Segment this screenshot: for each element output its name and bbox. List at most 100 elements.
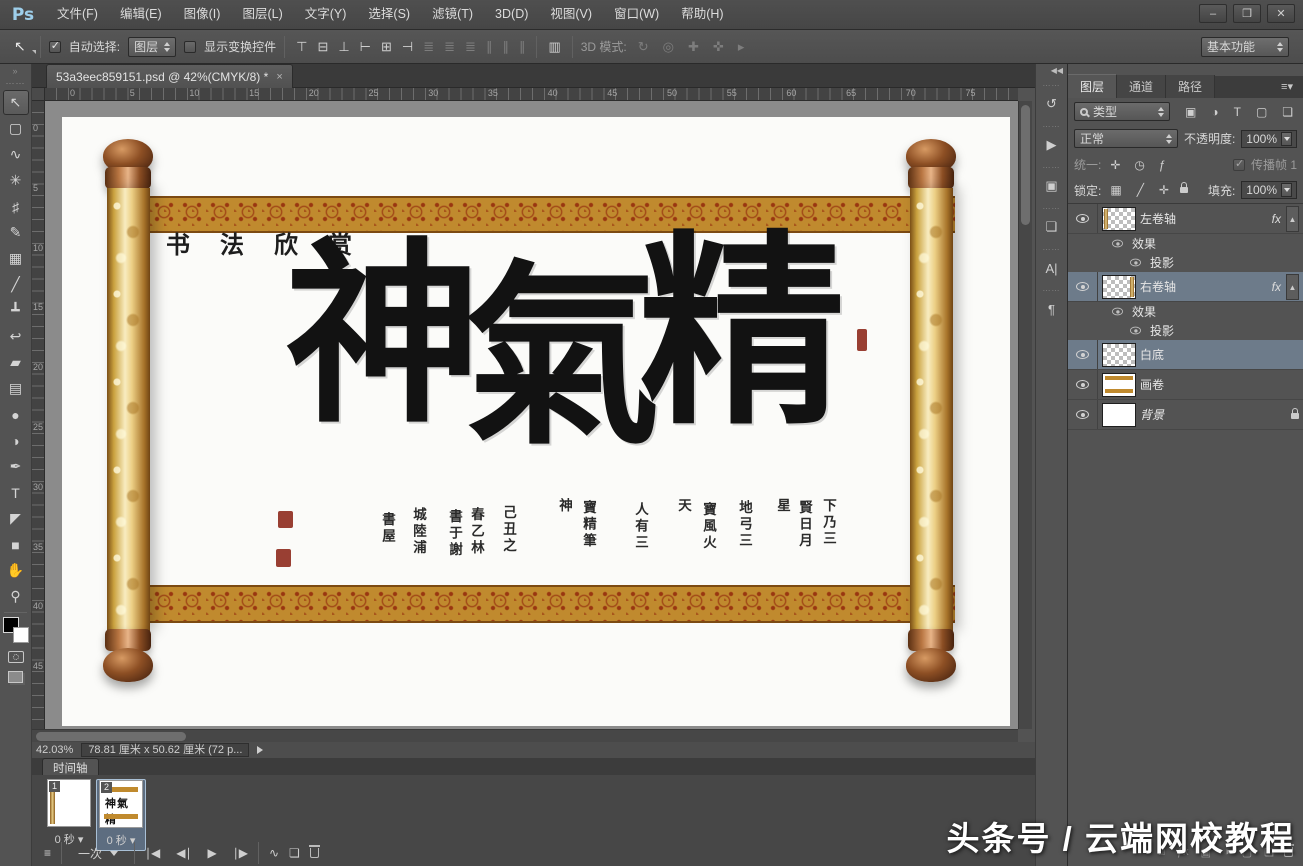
visibility-cell[interactable] xyxy=(1102,302,1132,321)
distribute-hcenter-icon[interactable]: ∥ xyxy=(499,39,512,55)
canvas-pasteboard[interactable]: 书法欣赏 神氣精 下乃三賢日月星地弓三寶風火天人有三寶精筆神己丑之春乙林書于謝城… xyxy=(45,101,1018,729)
magic-wand-tool[interactable]: ✳ xyxy=(3,168,29,193)
eyedropper-tool[interactable]: ✎ xyxy=(3,220,29,245)
filter-adjustment-layers-icon[interactable]: ◑ xyxy=(1208,105,1221,119)
3d-slide-icon[interactable]: ✜ xyxy=(710,39,727,55)
3d-rotate-icon[interactable]: ↻ xyxy=(635,39,652,55)
layer-row[interactable]: 左卷轴 fx ▲ xyxy=(1068,204,1303,234)
delete-frame-button[interactable] xyxy=(310,848,319,858)
lock-position-icon[interactable]: ✛ xyxy=(1156,183,1172,197)
previous-frame-button[interactable]: ◀∣ xyxy=(176,846,191,860)
unify-style-icon[interactable]: ƒ xyxy=(1156,158,1169,172)
layer-row[interactable]: 白底 fx ▲ xyxy=(1068,340,1303,370)
menu-item[interactable]: 视图(V) xyxy=(539,0,603,29)
path-selection-tool[interactable]: ◤ xyxy=(3,506,29,531)
character-panel-icon[interactable]: A| xyxy=(1039,256,1065,280)
timeline-tab[interactable]: 时间轴 xyxy=(42,758,99,775)
opacity-value[interactable]: 100% xyxy=(1241,130,1297,148)
panel-grip[interactable]: » xyxy=(0,64,31,76)
scrollbar-thumb[interactable] xyxy=(36,732,186,741)
horizontal-ruler[interactable]: 051015202530354045505560657075 xyxy=(45,88,1018,101)
animation-frame[interactable]: 神氣精 2 0 秒 ▾ xyxy=(96,779,146,851)
status-options-arrow-icon[interactable] xyxy=(257,746,263,754)
visibility-cell[interactable] xyxy=(1068,370,1098,399)
auto-select-target-dropdown[interactable]: 图层 xyxy=(128,37,176,57)
fill-value[interactable]: 100% xyxy=(1241,181,1297,199)
3d-roll-icon[interactable]: ◎ xyxy=(660,39,677,55)
align-right-icon[interactable]: ⊣ xyxy=(399,39,416,55)
align-vcenter-icon[interactable]: ⊟ xyxy=(314,39,331,55)
layer-row[interactable]: 右卷轴 fx ▲ xyxy=(1068,272,1303,302)
convert-timeline-icon[interactable]: ≡ xyxy=(44,846,51,860)
visibility-cell[interactable] xyxy=(1068,204,1098,233)
distribute-right-icon[interactable]: ∥ xyxy=(516,39,529,55)
layer-thumbnail[interactable] xyxy=(1102,343,1136,367)
background-color-swatch[interactable] xyxy=(13,627,29,643)
properties-panel-icon[interactable]: ▣ xyxy=(1039,174,1065,198)
menu-item[interactable]: 文字(Y) xyxy=(294,0,358,29)
gradient-tool[interactable]: ▤ xyxy=(3,376,29,401)
first-frame-button[interactable]: ∣◀ xyxy=(145,846,160,860)
next-frame-button[interactable]: ∣▶ xyxy=(233,846,248,860)
panel-tab[interactable]: 图层 xyxy=(1068,74,1117,98)
fx-badge[interactable]: fx xyxy=(1272,212,1281,226)
crop-tool[interactable]: ♯ xyxy=(3,194,29,219)
collapse-panels-icon[interactable]: ◀◀ xyxy=(1036,64,1067,75)
align-top-icon[interactable]: ⊤ xyxy=(293,39,310,55)
unify-visibility-icon[interactable]: ◷ xyxy=(1131,158,1147,172)
blur-tool[interactable]: ● xyxy=(3,402,29,427)
layer-name[interactable]: 白底 xyxy=(1140,346,1164,363)
layer-row[interactable]: 背景 fx ▲ xyxy=(1068,400,1303,430)
3d-drag-icon[interactable]: ✚ xyxy=(685,39,702,55)
distribute-bottom-icon[interactable]: ≣ xyxy=(462,39,479,55)
filter-shape-layers-icon[interactable]: ▢ xyxy=(1253,105,1270,119)
close-button[interactable]: ✕ xyxy=(1267,4,1295,23)
rectangular-marquee-tool[interactable]: ▢ xyxy=(3,116,29,141)
filter-pixel-layers-icon[interactable]: ▣ xyxy=(1182,105,1199,119)
lasso-tool[interactable]: ∿ xyxy=(3,142,29,167)
fx-badge[interactable]: fx xyxy=(1272,280,1281,294)
loop-count-dropdown[interactable]: 一次 xyxy=(72,844,124,863)
layer-name[interactable]: 背景 xyxy=(1140,406,1164,423)
visibility-cell[interactable] xyxy=(1102,234,1132,253)
layer-name[interactable]: 效果 xyxy=(1132,235,1156,252)
visibility-cell[interactable] xyxy=(1120,321,1150,340)
brush-tool[interactable]: ╱ xyxy=(3,272,29,297)
workspace-switcher[interactable]: 基本功能 xyxy=(1201,37,1289,57)
zoom-level[interactable]: 42.03% xyxy=(36,744,73,756)
clone-stamp-tool[interactable]: ┻ xyxy=(3,298,29,323)
layer-thumbnail[interactable] xyxy=(1102,373,1136,397)
dropdown-arrow-icon[interactable] xyxy=(1281,183,1292,197)
menu-item[interactable]: 3D(D) xyxy=(484,0,539,29)
layer-name[interactable]: 投影 xyxy=(1150,254,1174,271)
visibility-cell[interactable] xyxy=(1120,253,1150,272)
panel-menu-icon[interactable]: ≡▾ xyxy=(1273,77,1301,96)
animation-frame[interactable]: 1 0 秒 ▾ xyxy=(44,779,94,847)
pen-tool[interactable]: ✒ xyxy=(3,454,29,479)
menu-item[interactable]: 文件(F) xyxy=(46,0,109,29)
layer-row[interactable]: 投影 fx ▲ xyxy=(1068,321,1303,340)
lock-transparency-icon[interactable]: ▦ xyxy=(1107,183,1124,197)
rectangle-tool[interactable]: ■ xyxy=(3,532,29,557)
styles-panel-icon[interactable]: ❏ xyxy=(1039,215,1065,239)
layer-thumbnail[interactable] xyxy=(1102,403,1136,427)
panel-tab[interactable]: 通道 xyxy=(1117,75,1166,98)
align-hcenter-icon[interactable]: ⊞ xyxy=(378,39,395,55)
distribute-vcenter-icon[interactable]: ≣ xyxy=(441,39,458,55)
layer-name[interactable]: 左卷轴 xyxy=(1140,210,1176,227)
blend-mode-dropdown[interactable]: 正常 xyxy=(1074,129,1178,148)
minimize-button[interactable]: – xyxy=(1199,4,1227,23)
horizontal-scrollbar[interactable] xyxy=(32,729,1018,742)
quick-mask-button[interactable] xyxy=(8,651,24,663)
actions-panel-icon[interactable]: ▶ xyxy=(1039,133,1065,157)
spot-healing-brush-tool[interactable]: ▦ xyxy=(3,246,29,271)
3d-scale-icon[interactable]: ▸ xyxy=(735,39,748,55)
tween-button[interactable]: ∿ xyxy=(269,846,279,860)
layer-thumbnail[interactable] xyxy=(1102,207,1136,231)
history-panel-icon[interactable]: ↺ xyxy=(1039,92,1065,116)
menu-item[interactable]: 窗口(W) xyxy=(603,0,670,29)
distribute-left-icon[interactable]: ∥ xyxy=(483,39,496,55)
move-tool[interactable]: ↖ xyxy=(3,90,29,115)
lock-pixels-icon[interactable]: ╱ xyxy=(1134,183,1147,197)
vertical-ruler[interactable]: 051015202530354045 xyxy=(32,101,45,729)
